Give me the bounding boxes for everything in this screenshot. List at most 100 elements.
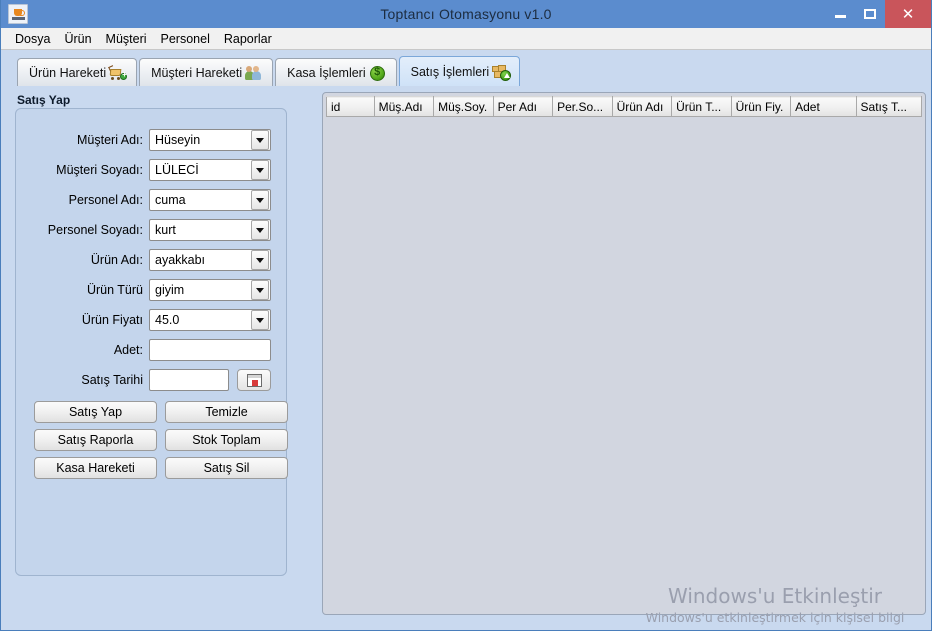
column-header-adet[interactable]: Adet <box>791 97 856 117</box>
tab-kasa-islemleri[interactable]: Kasa İşlemleri <box>275 58 397 86</box>
maximize-button[interactable] <box>855 0 885 28</box>
sales-form: Müşteri Adı: Hüseyin Müşteri Soyadı: LÜL… <box>16 125 288 479</box>
combo-value: giyim <box>150 283 251 297</box>
field-row-urun-adi: Ürün Adı: ayakkabı <box>16 245 288 275</box>
date-picker-button[interactable] <box>237 369 271 391</box>
field-row-satis-tarihi: Satış Tarihi <box>16 365 288 395</box>
calendar-icon <box>247 374 262 387</box>
field-row-musteri-adi: Müşteri Adı: Hüseyin <box>16 125 288 155</box>
tab-label: Müşteri Hareketi <box>151 66 242 80</box>
minimize-button[interactable] <box>825 0 855 28</box>
combo-musteri-soyadi[interactable]: LÜLECİ <box>149 159 271 181</box>
satis-raporla-button[interactable]: Satış Raporla <box>34 429 157 451</box>
menu-bar: Dosya Ürün Müşteri Personel Raporlar <box>1 28 931 50</box>
sales-table: id Müş.Adı Müş.Soy. Per Adı Per.So... Ür… <box>326 96 922 117</box>
column-header-mus-soy[interactable]: Müş.Soy. <box>434 97 494 117</box>
combo-urun-fiyati[interactable]: 45.0 <box>149 309 271 331</box>
menu-item-urun[interactable]: Ürün <box>58 30 97 48</box>
tab-label: Ürün Hareketi <box>29 66 106 80</box>
java-coffee-cup-icon <box>8 4 28 24</box>
chevron-down-icon[interactable] <box>251 190 269 210</box>
combo-value: cuma <box>150 193 251 207</box>
combo-musteri-adi[interactable]: Hüseyin <box>149 129 271 151</box>
tab-content-panel: Satış Yap Müşteri Adı: Hüseyin Müşteri S… <box>1 86 932 631</box>
combo-personel-soyadi[interactable]: kurt <box>149 219 271 241</box>
panel-title: Satış Yap <box>17 93 75 107</box>
label-musteri-adi: Müşteri Adı: <box>16 133 149 147</box>
column-header-per-adi[interactable]: Per Adı <box>493 97 553 117</box>
temizle-button[interactable]: Temizle <box>165 401 288 423</box>
button-row-3: Kasa Hareketi Satış Sil <box>16 457 288 479</box>
table-scroll-pane[interactable]: id Müş.Adı Müş.Soy. Per Adı Per.So... Ür… <box>326 96 922 611</box>
label-urun-adi: Ürün Adı: <box>16 253 149 267</box>
chevron-down-icon[interactable] <box>251 160 269 180</box>
combo-personel-adi[interactable]: cuma <box>149 189 271 211</box>
field-row-personel-adi: Personel Adı: cuma <box>16 185 288 215</box>
sales-form-panel: Satış Yap Müşteri Adı: Hüseyin Müşteri S… <box>15 94 287 576</box>
chevron-down-icon[interactable] <box>251 280 269 300</box>
combo-value: ayakkabı <box>150 253 251 267</box>
column-header-mus-adi[interactable]: Müş.Adı <box>374 97 434 117</box>
combo-urun-turu[interactable]: giyim <box>149 279 271 301</box>
label-urun-fiyati: Ürün Fiyatı <box>16 313 149 327</box>
menu-item-dosya[interactable]: Dosya <box>9 30 56 48</box>
application-window: Toptancı Otomasyonu v1.0 ✕ Dosya Ürün Mü… <box>0 0 932 631</box>
field-row-urun-turu: Ürün Türü giyim <box>16 275 288 305</box>
shopping-cart-icon <box>109 65 127 81</box>
column-header-id[interactable]: id <box>327 97 375 117</box>
table-empty-body <box>326 117 922 611</box>
combo-value: kurt <box>150 223 251 237</box>
sales-table-panel: id Müş.Adı Müş.Soy. Per Adı Per.So... Ür… <box>322 92 926 615</box>
column-header-satis-t[interactable]: Satış T... <box>856 97 921 117</box>
label-personel-adi: Personel Adı: <box>16 193 149 207</box>
column-header-per-so[interactable]: Per.So... <box>553 97 613 117</box>
combo-value: 45.0 <box>150 313 251 327</box>
field-row-musteri-soyadi: Müşteri Soyadı: LÜLECİ <box>16 155 288 185</box>
close-icon: ✕ <box>902 7 915 22</box>
label-musteri-soyadi: Müşteri Soyadı: <box>16 163 149 177</box>
field-row-adet: Adet: <box>16 335 288 365</box>
button-row-2: Satış Raporla Stok Toplam <box>16 429 288 451</box>
column-header-urun-t[interactable]: Ürün T... <box>672 97 732 117</box>
combo-value: LÜLECİ <box>150 163 251 177</box>
adet-input[interactable] <box>149 339 271 361</box>
panel-border: Müşteri Adı: Hüseyin Müşteri Soyadı: LÜL… <box>15 108 287 576</box>
satis-yap-button[interactable]: Satış Yap <box>34 401 157 423</box>
column-header-urun-adi[interactable]: Ürün Adı <box>612 97 672 117</box>
chevron-down-icon[interactable] <box>251 130 269 150</box>
maximize-icon <box>864 9 876 19</box>
column-header-urun-fiy[interactable]: Ürün Fiy. <box>731 97 791 117</box>
tab-musteri-hareketi[interactable]: Müşteri Hareketi <box>139 58 273 86</box>
combo-urun-adi[interactable]: ayakkabı <box>149 249 271 271</box>
satis-tarihi-input[interactable] <box>149 369 229 391</box>
label-personel-soyadi: Personel Soyadı: <box>16 223 149 237</box>
table-header-row: id Müş.Adı Müş.Soy. Per Adı Per.So... Ür… <box>327 97 922 117</box>
chevron-down-icon[interactable] <box>251 310 269 330</box>
window-title: Toptancı Otomasyonu v1.0 <box>1 6 931 22</box>
label-satis-tarihi: Satış Tarihi <box>16 373 149 387</box>
chevron-down-icon[interactable] <box>251 220 269 240</box>
tab-satis-islemleri[interactable]: Satış İşlemleri <box>399 56 521 86</box>
button-row-1: Satış Yap Temizle <box>16 401 288 423</box>
stok-toplam-button[interactable]: Stok Toplam <box>165 429 288 451</box>
minimize-icon <box>835 15 846 18</box>
tab-urun-hareketi[interactable]: Ürün Hareketi <box>17 58 137 86</box>
people-icon <box>245 65 263 81</box>
boxes-upload-icon <box>492 64 510 80</box>
tab-label: Satış İşlemleri <box>411 65 490 79</box>
menu-item-raporlar[interactable]: Raporlar <box>218 30 278 48</box>
satis-sil-button[interactable]: Satış Sil <box>165 457 288 479</box>
label-adet: Adet: <box>16 343 149 357</box>
dollar-coin-icon <box>369 65 387 81</box>
window-controls: ✕ <box>825 0 931 28</box>
label-urun-turu: Ürün Türü <box>16 283 149 297</box>
menu-item-personel[interactable]: Personel <box>155 30 216 48</box>
menu-item-musteri[interactable]: Müşteri <box>100 30 153 48</box>
tab-label: Kasa İşlemleri <box>287 66 366 80</box>
close-button[interactable]: ✕ <box>885 0 931 28</box>
kasa-hareketi-button[interactable]: Kasa Hareketi <box>34 457 157 479</box>
chevron-down-icon[interactable] <box>251 250 269 270</box>
field-row-urun-fiyati: Ürün Fiyatı 45.0 <box>16 305 288 335</box>
title-bar: Toptancı Otomasyonu v1.0 ✕ <box>1 0 931 28</box>
tab-bar: Ürün Hareketi Müşteri Hareketi Kasa İşle… <box>1 56 931 86</box>
